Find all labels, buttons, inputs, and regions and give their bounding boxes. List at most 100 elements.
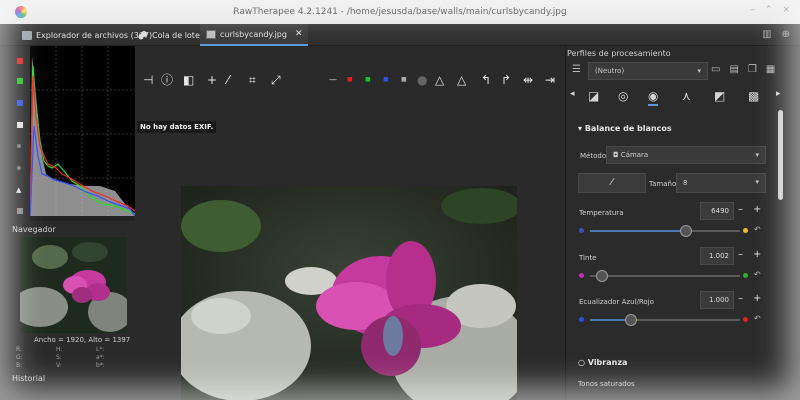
red-preview-toggle[interactable]: ■	[347, 74, 353, 86]
equalizer-value[interactable]: 1.000	[700, 291, 734, 309]
tab-color-icon[interactable]: ◉	[648, 89, 659, 106]
tabs-right-arrow-icon[interactable]: ▸	[776, 89, 781, 99]
black-separator-icon: —	[329, 75, 337, 84]
slider-track[interactable]	[590, 275, 740, 277]
image-icon	[206, 29, 216, 39]
focus-mask-icon[interactable]: ●	[417, 74, 427, 86]
blue-red-equalizer-slider: Ecualizador Azul/Rojo 1.000 – + ↶	[578, 291, 768, 338]
close-tab-icon[interactable]: ✕	[295, 29, 303, 39]
copy-profile-icon[interactable]: ❐	[748, 64, 757, 75]
b-star-label: b*:	[96, 362, 105, 369]
slider-thumb[interactable]	[596, 270, 608, 282]
decrease-button[interactable]: –	[738, 204, 743, 215]
profile-select-value: (Neutro)	[595, 67, 625, 75]
wb-picker-button[interactable]: ⁄	[578, 173, 646, 193]
enable-toggle-icon[interactable]: ○	[578, 358, 588, 367]
crosshair-tool-icon[interactable]: +	[207, 74, 217, 86]
crosshair-icon[interactable]: ⊕	[782, 29, 790, 40]
tool-tabs: ◂ ◪ ◎ ◉ ⋏ ◩ ▩ ▸	[566, 86, 800, 110]
method-select[interactable]: ◘ Cámara ▾	[606, 146, 766, 164]
chroma-toggle[interactable]	[17, 144, 21, 148]
straighten-icon[interactable]: ⤢	[271, 74, 281, 86]
increase-button[interactable]: +	[753, 249, 761, 260]
g-label: G:	[16, 354, 23, 361]
highlight-clip-icon[interactable]: △	[457, 74, 466, 86]
tab-exposure-icon[interactable]: ◪	[588, 89, 599, 103]
bar-toggle-icon[interactable]: ▲	[16, 186, 21, 194]
raw-toggle[interactable]	[17, 166, 21, 170]
white-balance-header[interactable]: ▾ Balance de blancos	[578, 124, 672, 133]
chevron-down-icon: ▾	[697, 67, 701, 75]
decrease-button[interactable]: –	[738, 293, 743, 304]
before-after-icon[interactable]: ◧	[183, 74, 194, 86]
shadow-clip-icon[interactable]: △	[435, 74, 444, 86]
profile-select[interactable]: (Neutro) ▾	[588, 62, 708, 80]
rotate-right-icon[interactable]: ↱	[501, 74, 511, 86]
reset-icon[interactable]: ↶	[754, 225, 761, 234]
blue-preview-toggle[interactable]: ■	[383, 74, 389, 86]
tab-file-browser[interactable]: Explorador de archivos (367)	[22, 24, 152, 46]
green-channel-toggle[interactable]	[17, 78, 23, 84]
increase-button[interactable]: +	[753, 293, 761, 304]
luminance-toggle[interactable]	[17, 122, 23, 128]
red-dot	[743, 317, 748, 322]
decrease-button[interactable]: –	[738, 249, 743, 260]
tabbar-tools: ▥ ⊕	[762, 29, 790, 40]
paste-profile-icon[interactable]: ▦	[766, 64, 775, 75]
vibrance-header[interactable]: ○ Vibranza	[578, 358, 627, 367]
b-label: B:	[16, 362, 23, 369]
reset-icon[interactable]: ↶	[754, 314, 761, 323]
layout-icon[interactable]: ▥	[762, 29, 771, 40]
slider-thumb[interactable]	[624, 314, 637, 326]
luminance-series	[30, 56, 135, 221]
method-value: Cámara	[620, 151, 649, 159]
rotate-left-icon[interactable]: ↰	[481, 74, 491, 86]
magenta-dot	[579, 273, 584, 278]
tint-label: Tinte	[579, 254, 597, 262]
resize-icon[interactable]	[17, 208, 23, 214]
increase-button[interactable]: +	[753, 204, 761, 215]
tab-label: Cola de lotes	[152, 30, 205, 40]
crop-icon[interactable]: ⌗	[249, 74, 256, 86]
equalizer-label: Ecualizador Azul/Rojo	[579, 298, 654, 306]
tab-raw-icon[interactable]: ▩	[748, 89, 759, 103]
red-channel-toggle[interactable]	[17, 58, 23, 64]
temperature-value[interactable]: 6490	[700, 202, 734, 220]
editor-toolbar: ⊣ ⓘ ◧ + ⁄ ⌗ ⤢ — ■ ■ ■ ■ ● △ △ ↰ ↱ ⇹ ⇥	[135, 60, 565, 100]
tab-editor[interactable]: curlsbycandy.jpg ✕	[200, 24, 309, 46]
navigator-thumbnail[interactable]	[20, 237, 127, 333]
save-profile-icon[interactable]: ▤	[729, 64, 738, 75]
tools-scrollbar[interactable]	[778, 110, 783, 200]
hand-tool-icon[interactable]: ⊣	[143, 74, 153, 86]
minimize-button[interactable]: –	[750, 5, 755, 15]
reset-icon[interactable]: ↶	[754, 270, 761, 279]
green-preview-toggle[interactable]: ■	[365, 74, 371, 86]
tab-batch-queue[interactable]: Cola de lotes	[138, 24, 204, 46]
temperature-slider: Temperatura 6490 – + ↶	[578, 202, 768, 249]
info-icon[interactable]: ⓘ	[161, 74, 173, 86]
s-label: S:	[56, 354, 62, 361]
flip-horizontal-icon[interactable]: ⇹	[523, 74, 533, 86]
tabs-left-arrow-icon[interactable]: ◂	[570, 89, 575, 99]
profile-actions: ▭ ▤ ❐ ▦	[711, 64, 775, 75]
tint-slider: Tinte 1.002 – + ↶	[578, 247, 768, 294]
flip-vertical-icon[interactable]: ⇥	[545, 74, 555, 86]
tab-transform-icon[interactable]: ◩	[714, 89, 725, 103]
profile-list-icon[interactable]: ☰	[572, 64, 581, 75]
tab-label: Explorador de archivos (367)	[36, 30, 153, 40]
maximize-button[interactable]: ⌃	[765, 5, 773, 15]
eyedropper-icon[interactable]: ⁄	[227, 74, 229, 86]
close-window-button[interactable]: ×	[782, 5, 790, 15]
size-select[interactable]: 8 ▾	[676, 173, 766, 193]
luminance-preview-toggle[interactable]: ■	[401, 74, 407, 86]
open-folder-icon[interactable]: ▭	[711, 64, 720, 75]
tab-bar: Explorador de archivos (367) Cola de lot…	[0, 24, 800, 46]
title-bar: RawTherapee 4.2.1241 - /home/jesusda/bas…	[0, 0, 800, 24]
tab-detail-icon[interactable]: ◎	[618, 89, 628, 103]
tab-advanced-icon[interactable]: ⋏	[682, 89, 691, 103]
slider-thumb[interactable]	[680, 225, 692, 237]
main-preview-image[interactable]	[181, 186, 517, 400]
blue-channel-toggle[interactable]	[17, 100, 23, 106]
chevron-down-icon: ▾	[755, 151, 759, 159]
tint-value[interactable]: 1.002	[700, 247, 734, 265]
